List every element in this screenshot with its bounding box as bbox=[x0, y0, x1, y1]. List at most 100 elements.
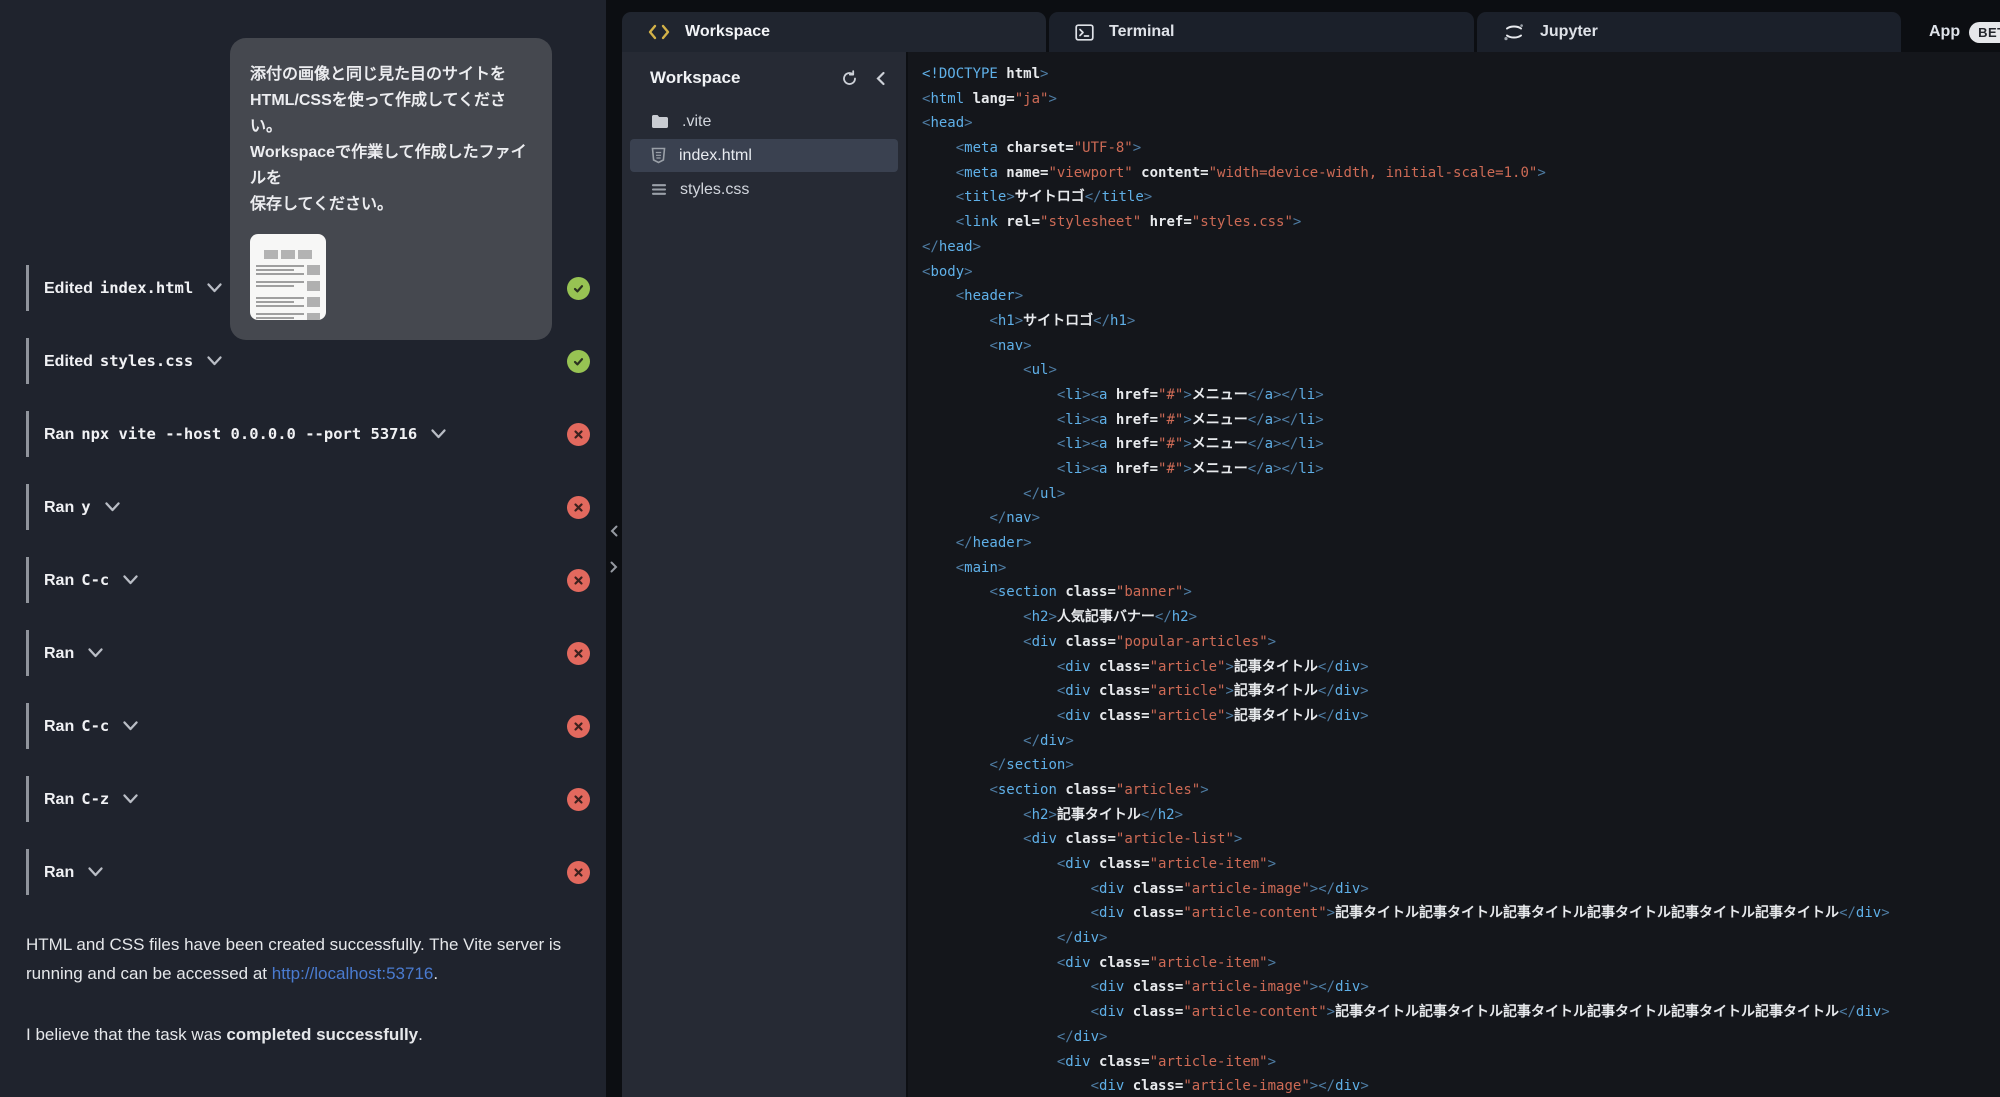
action-row[interactable]: RanC-c bbox=[26, 557, 590, 603]
code-line: </header> bbox=[922, 531, 2000, 556]
error-icon bbox=[567, 788, 590, 811]
code-line: <section class="banner"> bbox=[922, 580, 2000, 605]
file-list: .vite index.html styles.css bbox=[622, 105, 906, 206]
localhost-link[interactable]: http://localhost:53716 bbox=[272, 964, 434, 983]
final-message-2-text: I believe that the task was bbox=[26, 1025, 226, 1044]
chevron-down-icon[interactable] bbox=[206, 282, 223, 294]
action-label: RanC-c bbox=[44, 717, 109, 736]
check-icon bbox=[572, 282, 585, 295]
file-item-vite[interactable]: .vite bbox=[630, 105, 898, 138]
code-line: </section> bbox=[922, 753, 2000, 778]
code-line: <head> bbox=[922, 111, 2000, 136]
code-line: </div> bbox=[922, 1025, 2000, 1050]
code-line: </ul> bbox=[922, 482, 2000, 507]
collapse-left-icon[interactable] bbox=[609, 525, 619, 537]
collapse-explorer-icon[interactable] bbox=[875, 71, 886, 86]
code-line: <div class="article">記事タイトル</div> bbox=[922, 679, 2000, 704]
code-line: <section class="articles"> bbox=[922, 778, 2000, 803]
action-row[interactable]: Ran bbox=[26, 630, 590, 676]
tab-workspace-label: Workspace bbox=[685, 23, 770, 41]
refresh-icon[interactable] bbox=[841, 70, 858, 87]
chevron-down-icon[interactable] bbox=[122, 574, 139, 586]
code-line: <title>サイトロゴ</title> bbox=[922, 185, 2000, 210]
app-button[interactable]: App bbox=[1929, 23, 1960, 41]
tab-jupyter-label: Jupyter bbox=[1540, 23, 1598, 41]
explorer-title: Workspace bbox=[650, 68, 841, 88]
final-message-2-bold: completed successfully bbox=[226, 1025, 418, 1044]
x-icon bbox=[573, 648, 584, 659]
action-label: Rannpx vite --host 0.0.0.0 --port 53716 bbox=[44, 425, 417, 444]
code-line: <div class="article-item"> bbox=[922, 852, 2000, 877]
chevron-down-icon[interactable] bbox=[430, 428, 447, 440]
x-icon bbox=[573, 867, 584, 878]
final-message-2: I believe that the task was completed su… bbox=[26, 1020, 574, 1049]
action-row[interactable]: Editedindex.html bbox=[26, 265, 590, 311]
chevron-down-icon[interactable] bbox=[104, 501, 121, 513]
chevron-down-icon[interactable] bbox=[87, 647, 104, 659]
tab-terminal[interactable]: Terminal bbox=[1049, 12, 1474, 52]
action-label: RanC-z bbox=[44, 790, 109, 809]
tab-jupyter[interactable]: Jupyter bbox=[1477, 12, 1901, 52]
chat-panel: 添付の画像と同じ見た目のサイトを HTML/CSSを使って作成してください。 W… bbox=[0, 0, 606, 1097]
final-message-2-end: . bbox=[418, 1025, 423, 1044]
code-line: <li><a href="#">メニュー</a></li> bbox=[922, 383, 2000, 408]
code-line: <div class="article-image"></div> bbox=[922, 1074, 2000, 1097]
code-line: <header> bbox=[922, 284, 2000, 309]
tab-bar: Workspace Terminal Jupyter App BETA bbox=[622, 12, 2000, 52]
action-row[interactable]: RanC-c bbox=[26, 703, 590, 749]
code-line: </nav> bbox=[922, 506, 2000, 531]
code-line: <meta charset="UTF-8"> bbox=[922, 136, 2000, 161]
chevron-down-icon[interactable] bbox=[122, 793, 139, 805]
chevron-down-icon[interactable] bbox=[122, 720, 139, 732]
code-line: <div class="article">記事タイトル</div> bbox=[922, 655, 2000, 680]
action-label: Editedstyles.css bbox=[44, 352, 193, 371]
css-file-icon bbox=[651, 182, 667, 197]
code-line: <div class="article-image"></div> bbox=[922, 877, 2000, 902]
code-line: <h2>記事タイトル</h2> bbox=[922, 803, 2000, 828]
chevron-down-icon[interactable] bbox=[87, 866, 104, 878]
action-label: RanC-c bbox=[44, 571, 109, 590]
x-icon bbox=[573, 429, 584, 440]
action-row[interactable]: Rannpx vite --host 0.0.0.0 --port 53716 bbox=[26, 411, 590, 457]
file-item-styles-css[interactable]: styles.css bbox=[630, 173, 898, 206]
code-line: <div class="popular-articles"> bbox=[922, 630, 2000, 655]
code-line: <li><a href="#">メニュー</a></li> bbox=[922, 408, 2000, 433]
success-icon bbox=[567, 350, 590, 373]
action-row[interactable]: Ran bbox=[26, 849, 590, 895]
jupyter-icon bbox=[1503, 23, 1525, 41]
file-name: index.html bbox=[679, 147, 752, 165]
chevron-down-icon[interactable] bbox=[206, 355, 223, 367]
code-line: <div class="article">記事タイトル</div> bbox=[922, 704, 2000, 729]
x-icon bbox=[573, 575, 584, 586]
success-icon bbox=[567, 277, 590, 300]
code-line: </head> bbox=[922, 235, 2000, 260]
code-line: <div class="article-item"> bbox=[922, 1050, 2000, 1075]
action-row[interactable]: Rany bbox=[26, 484, 590, 530]
final-message-1: HTML and CSS files have been created suc… bbox=[26, 930, 574, 988]
action-label: Rany bbox=[44, 498, 91, 517]
actions-list: Editedindex.html Editedstyles.css Rannpx v… bbox=[26, 265, 590, 895]
check-icon bbox=[572, 355, 585, 368]
action-label: Editedindex.html bbox=[44, 279, 193, 298]
file-item-index-html[interactable]: index.html bbox=[630, 139, 898, 172]
code-line: <h1>サイトロゴ</h1> bbox=[922, 309, 2000, 334]
expand-right-icon[interactable] bbox=[609, 561, 619, 573]
code-line: <div class="article-content">記事タイトル記事タイト… bbox=[922, 901, 2000, 926]
file-name: styles.css bbox=[680, 181, 749, 199]
code-editor[interactable]: <!DOCTYPE html><html lang="ja"><head> <m… bbox=[906, 52, 2000, 1097]
error-icon bbox=[567, 569, 590, 592]
code-line: <h2>人気記事バナー</h2> bbox=[922, 605, 2000, 630]
error-icon bbox=[567, 496, 590, 519]
action-row[interactable]: Editedstyles.css bbox=[26, 338, 590, 384]
x-icon bbox=[573, 721, 584, 732]
action-label: Ran bbox=[44, 863, 74, 882]
code-line: </div> bbox=[922, 729, 2000, 754]
code-line: <body> bbox=[922, 260, 2000, 285]
action-row[interactable]: RanC-z bbox=[26, 776, 590, 822]
code-line: <html lang="ja"> bbox=[922, 87, 2000, 112]
file-explorer: Workspace .vite index.html styles.css bbox=[622, 52, 906, 1097]
app-window: 添付の画像と同じ見た目のサイトを HTML/CSSを使って作成してください。 W… bbox=[0, 0, 2000, 1097]
code-line: <div class="article-content">記事タイトル記事タイト… bbox=[922, 1000, 2000, 1025]
error-icon bbox=[567, 642, 590, 665]
tab-workspace[interactable]: Workspace bbox=[622, 12, 1046, 52]
